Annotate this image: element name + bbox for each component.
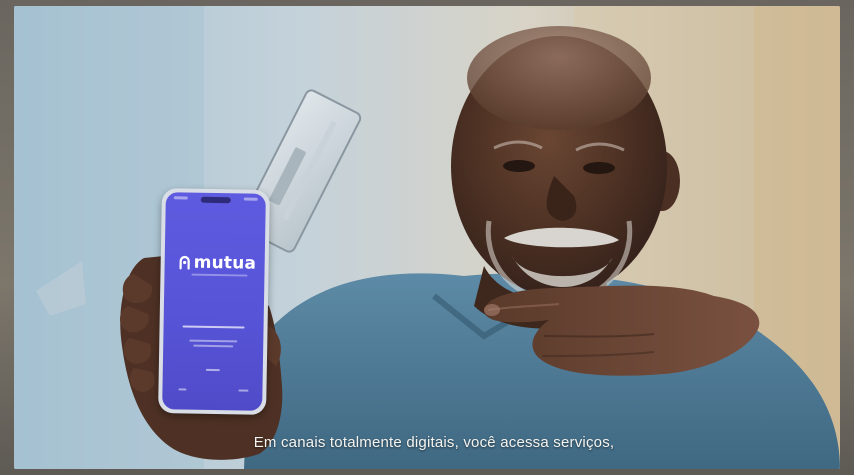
mutua-logo: mutua — [179, 252, 257, 274]
screen-text-line — [189, 339, 238, 343]
projection-photo: mutua Em canais totalmente digitais, voc… — [0, 0, 854, 475]
screen-footer-right — [238, 389, 249, 392]
logo-text: mutua — [193, 252, 257, 274]
phone-body: mutua — [158, 188, 270, 415]
mutua-logo-icon — [179, 255, 190, 270]
phone: mutua — [158, 188, 270, 415]
phone-screen: mutua — [162, 192, 266, 411]
screen-footer-left — [178, 388, 187, 391]
logo-tagline — [191, 273, 248, 277]
screen-link — [205, 368, 220, 372]
video-subtitle: Em canais totalmente digitais, você aces… — [253, 434, 615, 451]
video-frame: mutua Em canais totalmente digitais, voc… — [14, 6, 840, 469]
video-scene — [14, 6, 840, 469]
screen-heading — [182, 325, 245, 329]
screen-text-line — [193, 344, 234, 348]
status-bar-left — [173, 196, 188, 200]
phone-notch — [200, 196, 231, 204]
status-bar-right — [243, 197, 258, 201]
